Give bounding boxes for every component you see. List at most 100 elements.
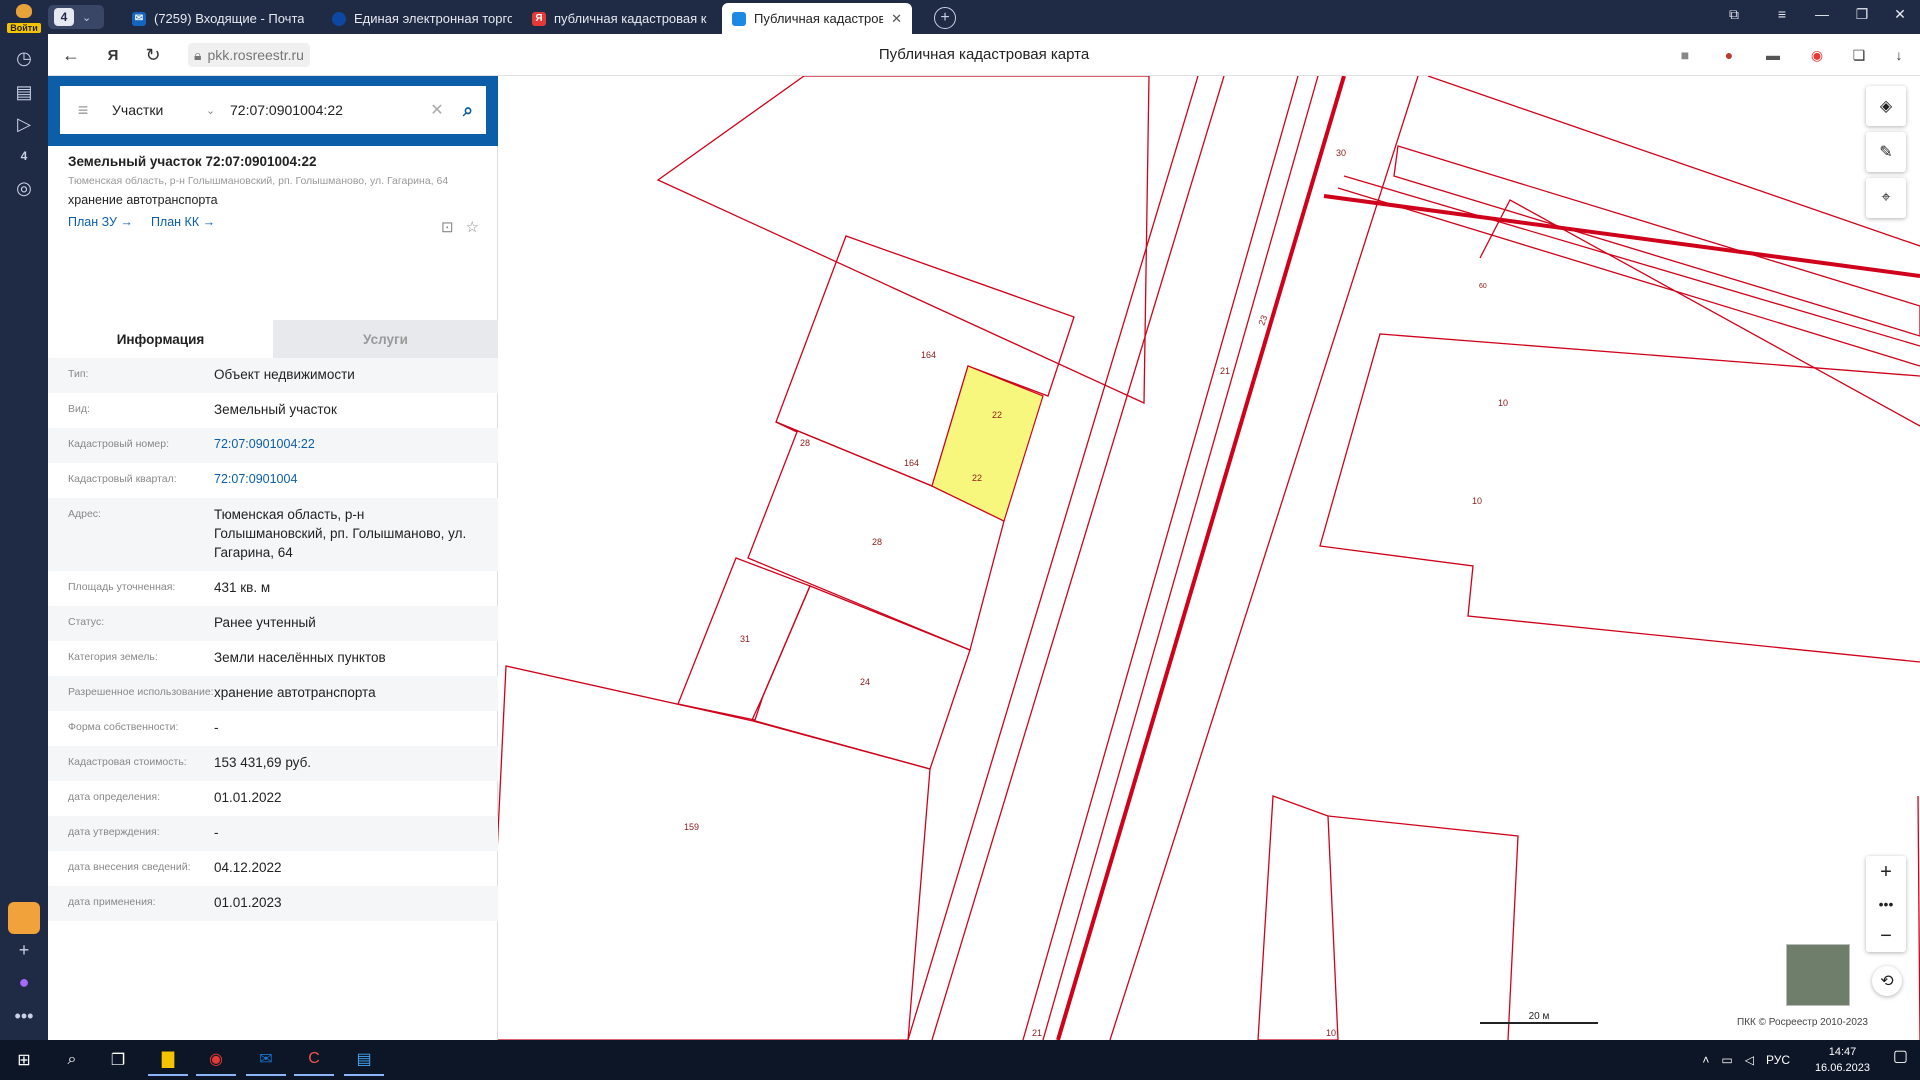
zoom-out-button[interactable]: −	[1866, 920, 1906, 952]
tab-trading[interactable]: Единая электронная торго	[322, 3, 522, 34]
extension-icon[interactable]: ●	[1718, 44, 1740, 66]
tab-yandex-search[interactable]: Я публичная кадастровая к	[522, 3, 722, 34]
alice-icon[interactable]: ●	[8, 966, 40, 998]
clock[interactable]: 14:47 16.06.2023	[1815, 1044, 1870, 1076]
new-tab-button[interactable]: +	[934, 7, 956, 29]
attribute-link[interactable]: 72:07:0901004:22	[214, 428, 478, 462]
menu-icon[interactable]: ≡	[1768, 6, 1796, 22]
attribute-value: -	[214, 824, 219, 840]
minimize-icon[interactable]: —	[1808, 6, 1836, 22]
app-c-icon[interactable]: C	[294, 1044, 334, 1076]
plan-kk-link[interactable]: План КК →	[151, 215, 215, 229]
reload-icon[interactable]: ↻	[140, 42, 166, 68]
tab-info[interactable]: Информация	[48, 320, 273, 358]
language-indicator[interactable]: РУС	[1766, 1053, 1790, 1067]
windows-start-icon[interactable]: ⊞	[4, 1044, 44, 1076]
screenshot-icon[interactable]: ◎	[8, 172, 40, 204]
cadastral-map[interactable]: 164 22 22 164 28 28 31 24 159 159 30 23 …	[498, 76, 1920, 1040]
mail-app-icon[interactable]	[8, 902, 40, 934]
scale-bar: 20 м	[1480, 1011, 1598, 1024]
attribute-key: Площадь уточненная:	[68, 580, 176, 593]
attribute-row: дата определения: 01.01.2022	[48, 781, 498, 816]
badge-icon[interactable]: 4	[8, 140, 40, 172]
file-explorer-icon[interactable]: ▇	[148, 1044, 188, 1076]
search-type-select[interactable]: Участки	[106, 102, 206, 118]
locate-icon[interactable]: ⌖	[1866, 178, 1906, 218]
yandex-browser-icon[interactable]: ◉	[196, 1044, 236, 1076]
attribute-row: дата утверждения: -	[48, 815, 498, 851]
collections-icon[interactable]: ❏	[1848, 44, 1870, 66]
copyright: ПКК © Росреестр 2010-2023	[1733, 1016, 1872, 1029]
map-label: 28	[872, 537, 882, 547]
object-title: Земельный участок 72:07:0901004:22	[68, 154, 317, 169]
extension-dark-icon[interactable]: ▬	[1762, 44, 1784, 66]
restore-icon[interactable]: ❐	[1848, 6, 1876, 23]
tab-cadastral-map[interactable]: Публичная кадастрова ✕	[722, 3, 912, 34]
yandex-home-icon[interactable]: Я	[100, 42, 126, 68]
close-icon[interactable]: ✕	[891, 11, 902, 27]
tab-counter[interactable]: 4 ⌄	[48, 5, 104, 29]
layers-icon[interactable]: ◈	[1866, 86, 1906, 126]
add-icon[interactable]: +	[8, 934, 40, 966]
word-icon[interactable]: ▤	[344, 1044, 384, 1076]
tab-label: (7259) Входящие - Почта	[154, 11, 305, 26]
map-label: 10	[1472, 496, 1482, 506]
map-label: 164	[921, 350, 936, 360]
taskbar: ⊞ ⌕ ❐ ▇ ◉ ✉ C ▤ ˄ ▭ ◁ РУС 14:47 16.06.20…	[0, 1040, 1920, 1080]
attribute-key: дата определения:	[68, 790, 161, 803]
road-edge	[1337, 187, 1920, 367]
attribute-value: 431 кв. м	[214, 579, 271, 595]
menu-icon[interactable]: ≡	[60, 100, 106, 121]
ruler-icon[interactable]: ✎	[1866, 132, 1906, 172]
map-label: 164	[904, 458, 919, 468]
more-icon[interactable]: •••	[8, 1000, 40, 1032]
login-label: Войти	[7, 23, 41, 33]
chevron-up-icon[interactable]: ˄	[1702, 1053, 1709, 1067]
search-icon[interactable]: ⌕	[450, 100, 486, 121]
attribute-value: Объект недвижимости	[214, 367, 355, 382]
tab-mail[interactable]: ✉ (7259) Входящие - Почта	[122, 3, 322, 34]
compass-icon[interactable]: ⟲	[1872, 966, 1902, 996]
road-edge	[907, 76, 1199, 1040]
star-icon[interactable]: ☆	[466, 218, 479, 236]
map-canvas[interactable]: 164 22 22 164 28 28 31 24 159 159 30 23 …	[498, 76, 1920, 1040]
network-icon[interactable]: ▭	[1721, 1053, 1732, 1067]
bookmark-icon[interactable]: ■	[1674, 44, 1696, 66]
close-window-icon[interactable]: ✕	[1886, 6, 1914, 23]
volume-icon[interactable]: ◁	[1745, 1053, 1754, 1067]
play-icon[interactable]: ▷	[8, 108, 40, 140]
clock-time: 14:47	[1828, 1046, 1857, 1058]
attribute-row: Площадь уточненная: 431 кв. м	[48, 571, 498, 606]
history-icon[interactable]: ◷	[8, 42, 40, 74]
search-input[interactable]	[230, 102, 424, 118]
attribute-value: 04.12.2022	[214, 859, 282, 875]
parcel-164	[775, 235, 1075, 487]
zoom-in-button[interactable]: +	[1866, 856, 1906, 888]
mail-icon: ✉	[132, 11, 146, 26]
back-icon[interactable]: ←	[58, 42, 84, 68]
lock-icon: 🔒︎	[194, 46, 202, 63]
basemap-switcher[interactable]	[1786, 944, 1850, 1006]
notifications-icon[interactable]: ▢	[1893, 1046, 1908, 1066]
zoom-to-object-icon[interactable]: ⊡	[441, 218, 454, 236]
chevron-down-icon[interactable]: ⌄	[206, 104, 230, 117]
plan-zu-link[interactable]: План ЗУ →	[68, 215, 133, 229]
outlook-icon[interactable]: ✉	[246, 1044, 286, 1076]
download-icon[interactable]: ↓	[1888, 44, 1910, 66]
attribute-key: Кадастровый номер:	[68, 438, 170, 450]
map-label: 22	[992, 410, 1002, 420]
search-icon[interactable]: ⌕	[52, 1044, 92, 1076]
attribute-value: 153 431,69 руб.	[214, 754, 312, 770]
collections-icon[interactable]: ▤	[8, 76, 40, 108]
tab-count-value: 4	[54, 8, 74, 26]
tab-services[interactable]: Услуги	[273, 320, 498, 358]
login-button[interactable]: Войти	[4, 4, 44, 34]
clear-icon[interactable]: ✕	[424, 100, 450, 120]
attribute-link[interactable]: 72:07:0901004	[214, 463, 478, 497]
url-field[interactable]: 🔒︎ pkk.rosreestr.ru	[188, 43, 310, 67]
zoom-more-button[interactable]: •••	[1866, 888, 1906, 920]
url-text: pkk.rosreestr.ru	[207, 47, 304, 63]
adblock-icon[interactable]: ◉	[1806, 44, 1828, 66]
task-view-icon[interactable]: ❐	[98, 1044, 138, 1076]
bookmarks-icon[interactable]: ⧉	[1720, 6, 1748, 23]
